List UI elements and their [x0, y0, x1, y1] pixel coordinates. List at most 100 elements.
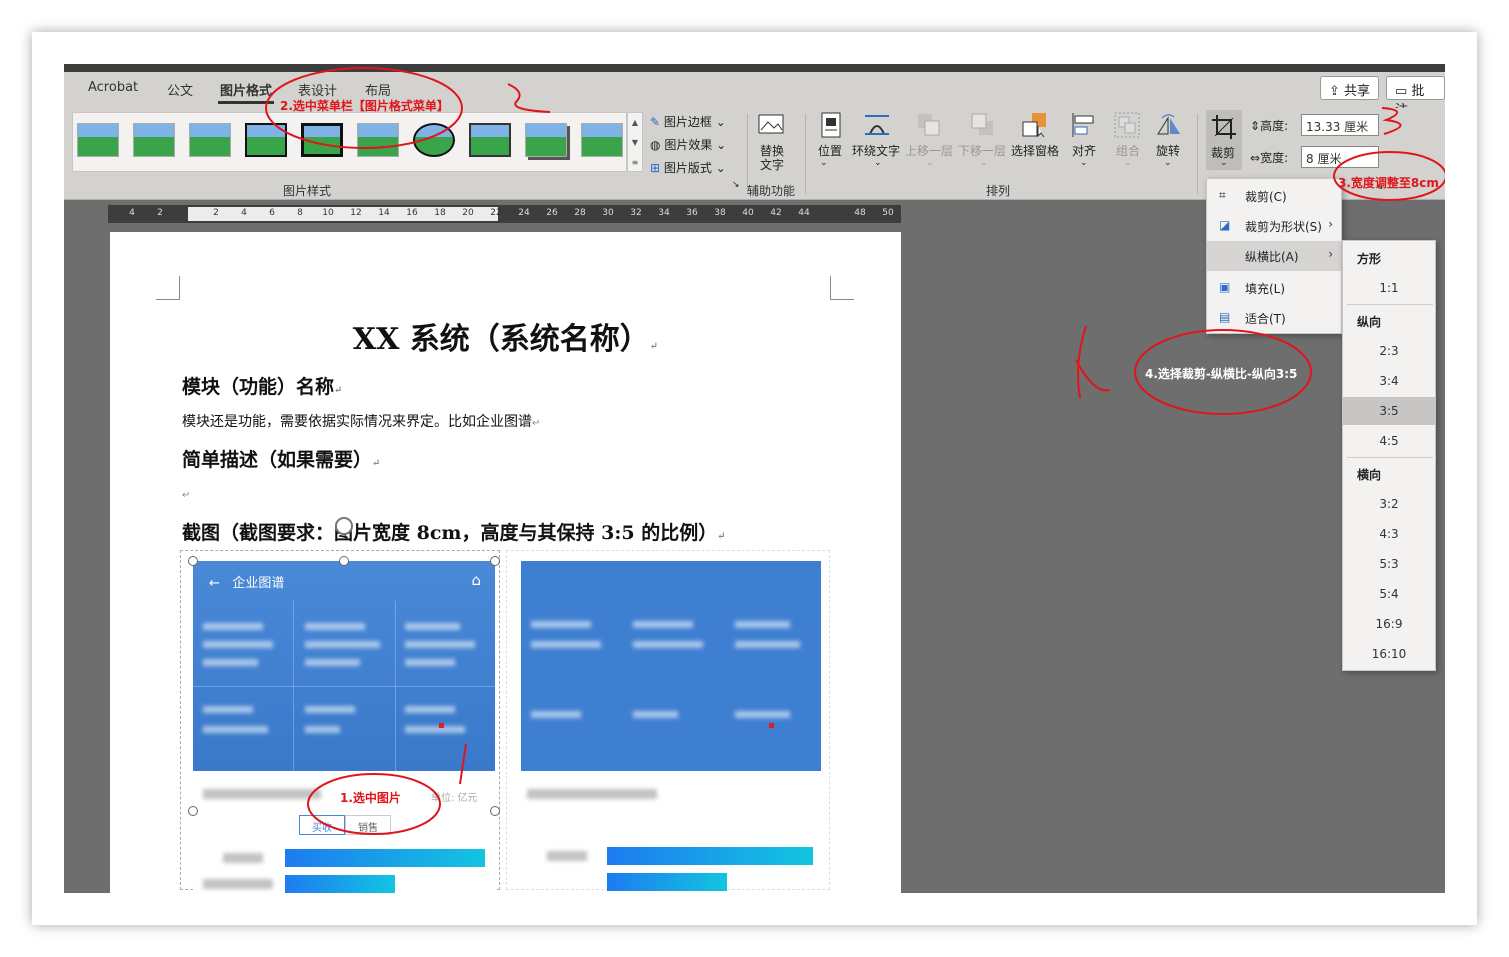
selected-image[interactable]: ← 企业图谱 ⌂ 单位: 亿元 买收 销售 [180, 517, 500, 893]
aspect-1-1[interactable]: 1:1 [1343, 274, 1435, 302]
ruler-tick: 32 [630, 208, 642, 218]
document-page[interactable]: XX 系统（系统名称）↵ 模块（功能）名称↵ 模块还是功能，需要依据实际情况来界… [110, 232, 901, 893]
paragraph-module-desc-text: 模块还是功能，需要依据实际情况来界定。比如企业图谱 [182, 414, 532, 430]
heading-module[interactable]: 模块（功能）名称↵ [182, 372, 342, 399]
blurred-text [405, 726, 465, 733]
picture-styles-launcher-icon[interactable]: ↘ [732, 180, 740, 190]
picture-border-button[interactable]: ✎ 图片边框 ⌄ [650, 113, 726, 130]
tab-picture-format[interactable]: 图片格式 [218, 78, 275, 104]
ruler-tick: 42 [770, 208, 782, 218]
resize-handle[interactable] [490, 556, 500, 566]
second-image[interactable] [506, 550, 830, 891]
crop-button[interactable]: 裁剪 ⌄ [1206, 110, 1242, 170]
picture-style-6[interactable] [357, 123, 399, 157]
picture-style-8[interactable] [469, 123, 511, 157]
aspect-16-9[interactable]: 16:9 [1343, 610, 1435, 638]
picture-style-3[interactable] [189, 123, 231, 157]
word-window: Acrobat 公文 图片格式 表设计 布局 ⇪ 共享 ▭ 批注 ▲ ▼ ≡ [64, 64, 1445, 893]
picture-style-2[interactable] [133, 123, 175, 157]
picture-style-7[interactable] [413, 123, 455, 157]
menu-item-crop-to-shape[interactable]: ◪ 裁剪为形状(S) › [1207, 211, 1341, 241]
document-title[interactable]: XX 系统（系统名称）↵ [110, 314, 901, 358]
chevron-down-icon[interactable]: ▼ [628, 133, 642, 153]
comments-button[interactable]: ▭ 批注 [1386, 76, 1445, 118]
ruler-tick: 18 [434, 208, 446, 218]
picture-styles-gallery [72, 112, 627, 172]
width-value: 8 厘米 [1306, 152, 1342, 166]
horizontal-ruler[interactable]: 4 2 2 4 6 8 10 12 14 16 18 20 22 24 26 2… [108, 205, 901, 223]
aspect-3-4[interactable]: 3:4 [1343, 367, 1435, 395]
ruler-tick: 30 [602, 208, 614, 218]
chevron-up-icon[interactable]: ▲ [628, 113, 642, 133]
ruler-tick: 34 [658, 208, 670, 218]
rotate-button[interactable]: 旋转 [1156, 142, 1180, 159]
group-button[interactable]: 组合 [1116, 142, 1140, 159]
blurred-text [531, 641, 601, 648]
tab-official-doc[interactable]: 公文 [165, 78, 195, 101]
paragraph-module-desc[interactable]: 模块还是功能，需要依据实际情况来界定。比如企业图谱↵ [182, 411, 540, 431]
picture-style-4[interactable] [245, 123, 287, 157]
resize-handle[interactable] [188, 806, 198, 816]
menu-item-aspect-ratio[interactable]: 纵横比(A) › [1207, 241, 1341, 271]
ruler-tick: 14 [378, 208, 390, 218]
width-input[interactable]: 8 厘米 [1301, 146, 1379, 168]
position-button[interactable]: 位置 [818, 142, 842, 159]
shape-icon: ◪ [1219, 218, 1231, 232]
aspect-16-10[interactable]: 16:10 [1343, 640, 1435, 668]
landscape-header: 横向 [1357, 468, 1382, 482]
ribbon-separator [1197, 114, 1198, 194]
picture-style-1[interactable] [77, 123, 119, 157]
heading-screenshot[interactable]: 截图（截图要求：图片宽度 8cm，高度与其保持 3:5 的比例）↵ [182, 518, 726, 545]
position-label: 位置 [818, 144, 843, 158]
portrait-header: 纵向 [1357, 315, 1382, 329]
bring-forward-button[interactable]: 上移一层 [905, 142, 953, 159]
ruler-tick: 22 [490, 208, 502, 218]
resize-handle[interactable] [339, 556, 349, 566]
crop-chevron-icon: ⌄ [1220, 158, 1228, 168]
height-value: 13.33 厘米 [1306, 120, 1369, 134]
wrap-text-icon [865, 115, 889, 135]
share-button[interactable]: ⇪ 共享 [1320, 76, 1380, 100]
gallery-scroll[interactable]: ▲ ▼ ≡ [627, 112, 643, 172]
picture-effects-button[interactable]: ◍ 图片效果 ⌄ [650, 136, 726, 153]
align-button[interactable]: 对齐 [1072, 142, 1096, 159]
aspect-5-3[interactable]: 5:3 [1343, 550, 1435, 578]
resize-handle[interactable] [188, 556, 198, 566]
document-title-text: XX 系统（系统名称） [352, 322, 650, 357]
rotate-handle-icon[interactable] [335, 517, 353, 535]
menu-item-fill[interactable]: ▣ 填充(L) [1207, 273, 1341, 303]
building-icon: ⌂ [471, 571, 481, 589]
effects-icon: ◍ [650, 138, 661, 152]
height-input[interactable]: 13.33 厘米 [1301, 114, 1379, 136]
menu-item-crop[interactable]: ⌗ 裁剪(C) [1207, 181, 1341, 211]
resize-handle[interactable] [490, 806, 500, 816]
picture-style-5[interactable] [301, 123, 343, 157]
picture-style-10[interactable] [581, 123, 623, 157]
empty-paragraph[interactable]: ↵ [182, 486, 190, 502]
picture-layout-button[interactable]: ⊞ 图片版式 ⌄ [650, 159, 726, 176]
aspect-4-3[interactable]: 4:3 [1343, 520, 1435, 548]
blurred-text [735, 641, 800, 648]
aspect-3-2[interactable]: 3:2 [1343, 490, 1435, 518]
aspect-5-4[interactable]: 5:4 [1343, 580, 1435, 608]
heading-description[interactable]: 简单描述（如果需要）↵ [182, 445, 380, 472]
picture-style-9[interactable] [525, 123, 567, 157]
tab-acrobat[interactable]: Acrobat [86, 78, 140, 97]
aspect-2-3[interactable]: 2:3 [1343, 337, 1435, 365]
height-icon: ⇕ [1250, 119, 1261, 133]
aspect-3-5[interactable]: 3:5 [1343, 397, 1435, 425]
blurred-text [527, 789, 657, 799]
menu-item-fit[interactable]: ▤ 适合(T) [1207, 303, 1341, 333]
wrap-chevron-icon: ⌄ [874, 158, 882, 168]
paragraph-mark: ↵ [334, 385, 343, 396]
bar-fill [607, 873, 727, 891]
width-icon: ⇔ [1250, 151, 1261, 165]
selection-pane-button[interactable]: 选择窗格 [1011, 142, 1059, 159]
send-backward-button[interactable]: 下移一层 [958, 142, 1006, 159]
selection-pane-icon [1022, 113, 1046, 138]
gallery-more-icon[interactable]: ≡ [628, 153, 642, 173]
wrap-text-button[interactable]: 环绕文字 [852, 142, 900, 159]
aspect-4-5[interactable]: 4:5 [1343, 427, 1435, 455]
square-header: 方形 [1357, 252, 1382, 266]
blurred-text [203, 879, 273, 889]
